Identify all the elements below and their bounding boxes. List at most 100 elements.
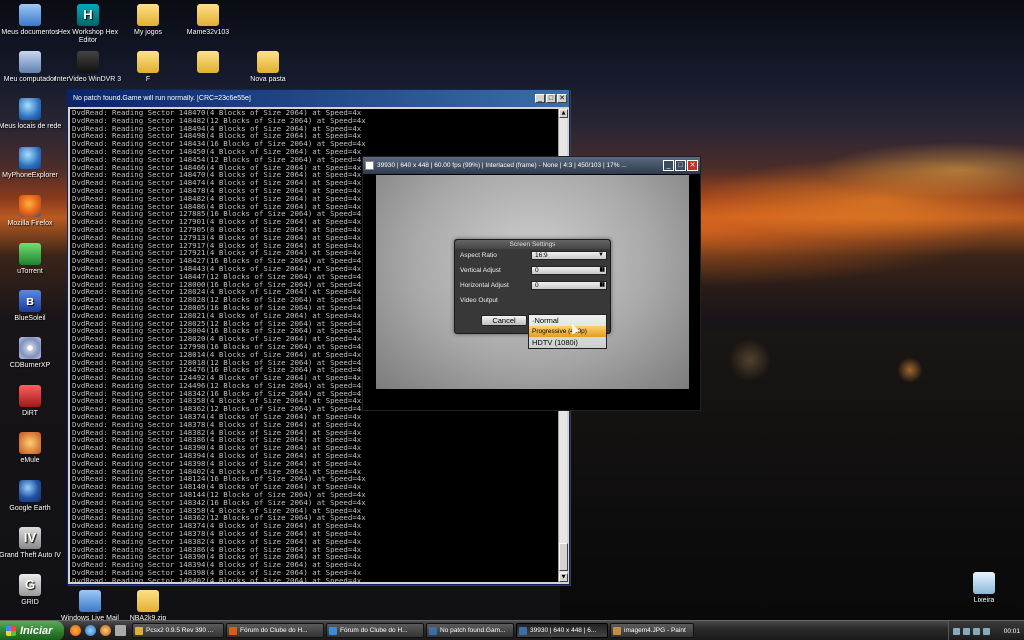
folder-icon xyxy=(197,51,219,73)
taskbar-button[interactable]: No patch found.Gam... xyxy=(426,623,514,638)
tray-icon[interactable] xyxy=(983,627,990,635)
start-label: Iniciar xyxy=(20,624,53,637)
game-screen[interactable]: Screen Settings Aspect Ratio 16:9 ▼ Vert… xyxy=(376,175,689,389)
desktop-icon-label: Meus locais de rede xyxy=(0,123,62,130)
bluetooth-icon: ʙ xyxy=(19,290,41,312)
taskbar-button-label: 39930 | 640 x 448 | 6... xyxy=(530,627,597,634)
horizontal-adjust-slider[interactable]: 0 ▮▮ xyxy=(531,281,607,290)
ie-icon xyxy=(329,626,337,635)
video-output-option[interactable]: HDTV (1080i) xyxy=(529,337,606,348)
aspect-ratio-value: 16:9 xyxy=(535,252,548,259)
video-output-dropdown[interactable]: ·Normal Progressive (480p) HDTV (1080i) xyxy=(528,314,607,349)
desktop-icon[interactable]: NBA2k9.zip xyxy=(114,590,182,623)
desktop-icon[interactable]: IV Grand Theft Auto IV xyxy=(0,527,64,560)
vertical-adjust-value: 0 xyxy=(535,267,539,274)
desktop-icon-label: Mame32v103 xyxy=(186,29,230,36)
show-more-icon[interactable] xyxy=(115,625,126,636)
desktop-icon[interactable] xyxy=(174,51,242,76)
taskbar-button[interactable]: Pcsx2 0.9.5 Rev 390 ... xyxy=(132,623,224,638)
taskbar-button[interactable]: Fórum do Clube do H... xyxy=(226,623,324,638)
desktop-icon[interactable]: F xyxy=(114,51,182,84)
close-icon[interactable]: ✕ xyxy=(687,160,698,171)
game-titlebar[interactable]: 39930 | 640 x 448 | 60.00 fps (99%) | In… xyxy=(363,157,700,174)
taskbar-button-label: Pcsx2 0.9.5 Rev 390 ... xyxy=(146,627,214,634)
game-window[interactable]: 39930 | 640 x 448 | 60.00 fps (99%) | In… xyxy=(362,156,701,411)
clock: 00:01 xyxy=(1003,627,1020,635)
taskbar-button-label: Fórum do Clube do H... xyxy=(340,627,408,634)
desktop-icon-label: eMule xyxy=(20,457,40,464)
cancel-button[interactable]: Cancel xyxy=(481,315,527,326)
maximize-icon[interactable]: □ xyxy=(675,160,686,171)
recycle-bin-icon xyxy=(973,572,995,594)
close-icon[interactable]: ✕ xyxy=(557,94,567,103)
desktop-icon[interactable]: My jogos xyxy=(114,4,182,37)
desktop-icon[interactable]: H Hex Workshop Hex Editor xyxy=(54,4,122,45)
desktop-icon-label: My jogos xyxy=(133,29,162,36)
desktop-icon-label: Nova pasta xyxy=(250,76,286,83)
desktop-icon[interactable]: uTorrent xyxy=(0,243,64,276)
browser-icon[interactable] xyxy=(100,625,111,636)
desktop-icon[interactable]: Meus locais de rede xyxy=(0,98,64,131)
windvr-icon xyxy=(77,51,99,73)
tray-icon[interactable] xyxy=(973,627,980,635)
desktop-icon-label: uTorrent xyxy=(17,268,43,275)
video-output-label: Video Output xyxy=(460,297,498,304)
firefox-icon[interactable] xyxy=(70,625,81,636)
slider-icon: ▮▮ xyxy=(599,282,605,288)
taskbar-button[interactable]: imagem4.JPG - Paint xyxy=(610,623,694,638)
game-window-title: 39930 | 640 x 448 | 60.00 fps (99%) | In… xyxy=(377,162,627,169)
scroll-thumb[interactable] xyxy=(559,543,568,571)
horizontal-adjust-row: Horizontal Adjust 0 ▮▮ xyxy=(458,280,609,291)
quick-launch xyxy=(70,625,126,636)
taskbar-button[interactable]: Fórum do Clube do H... xyxy=(326,623,424,638)
desktop-icon[interactable]: CDBurnerXP xyxy=(0,337,64,370)
scroll-down-icon[interactable]: ▼ xyxy=(559,573,568,582)
paint-icon xyxy=(613,626,621,635)
minimize-icon[interactable]: _ xyxy=(663,160,674,171)
console-window-title: No patch found.Game will run normally. [… xyxy=(73,95,251,102)
scroll-up-icon[interactable]: ▲ xyxy=(559,109,568,118)
desktop-icon[interactable]: ʙ BlueSoleil xyxy=(0,290,64,323)
ie-icon[interactable] xyxy=(85,625,96,636)
console-titlebar[interactable]: No patch found.Game will run normally. [… xyxy=(68,90,569,107)
firefox-icon xyxy=(229,626,237,635)
aspect-ratio-row: Aspect Ratio 16:9 ▼ xyxy=(458,250,609,261)
aspect-ratio-select[interactable]: 16:9 ▼ xyxy=(531,251,607,260)
vertical-adjust-label: Vertical Adjust xyxy=(460,267,501,274)
desktop-icon[interactable]: Google Earth xyxy=(0,480,64,513)
system-tray: 00:01 xyxy=(948,621,1024,640)
windows-flag-icon xyxy=(6,625,16,636)
minimize-icon[interactable]: _ xyxy=(535,94,545,103)
task-buttons: Pcsx2 0.9.5 Rev 390 ... Fórum do Clube do… xyxy=(132,623,696,638)
desktop-icon[interactable]: DiRT xyxy=(0,385,64,418)
desktop-icon[interactable]: Nova pasta xyxy=(234,51,302,84)
tray-icon[interactable] xyxy=(953,627,960,635)
maximize-icon[interactable]: □ xyxy=(546,94,556,103)
live-mail-icon xyxy=(79,590,101,612)
horizontal-adjust-value: 0 xyxy=(535,282,539,289)
desktop-icon[interactable]: InterVideo WinDVR 3 xyxy=(54,51,122,84)
tray-icon[interactable] xyxy=(963,627,970,635)
utorrent-icon xyxy=(19,243,41,265)
vertical-adjust-slider[interactable]: 0 ▮▮ xyxy=(531,266,607,275)
desktop-icon[interactable]: Mame32v103 xyxy=(174,4,242,37)
folder-icon xyxy=(135,626,143,635)
taskbar-button[interactable]: 39930 | 640 x 448 | 6... xyxy=(516,623,608,638)
desktop-icon-label: Grand Theft Auto IV xyxy=(0,552,61,559)
desktop-icon[interactable]: G GRID xyxy=(0,574,64,607)
start-button[interactable]: Iniciar xyxy=(0,620,64,640)
desktop-icon-label: MyPhoneExplorer xyxy=(2,172,58,179)
slider-icon: ▮▮ xyxy=(599,267,605,273)
video-output-option[interactable]: Progressive (480p) xyxy=(529,326,606,337)
desktop-icon-label: F xyxy=(145,76,151,83)
network-icon xyxy=(19,98,41,120)
desktop-icon[interactable]: Mozilla Firefox xyxy=(0,195,64,228)
taskbar: Iniciar Pcsx2 0.9.5 Rev 390 ... Fórum do … xyxy=(0,620,1024,640)
desktop-icon[interactable]: eMule xyxy=(0,432,64,465)
folder-icon xyxy=(137,51,159,73)
console-icon xyxy=(429,626,437,635)
desktop-icon[interactable]: Lixeira xyxy=(950,572,1018,605)
desktop-icon[interactable]: MyPhoneExplorer xyxy=(0,147,64,180)
video-output-option[interactable]: ·Normal xyxy=(529,315,606,326)
computer-icon xyxy=(19,51,41,73)
